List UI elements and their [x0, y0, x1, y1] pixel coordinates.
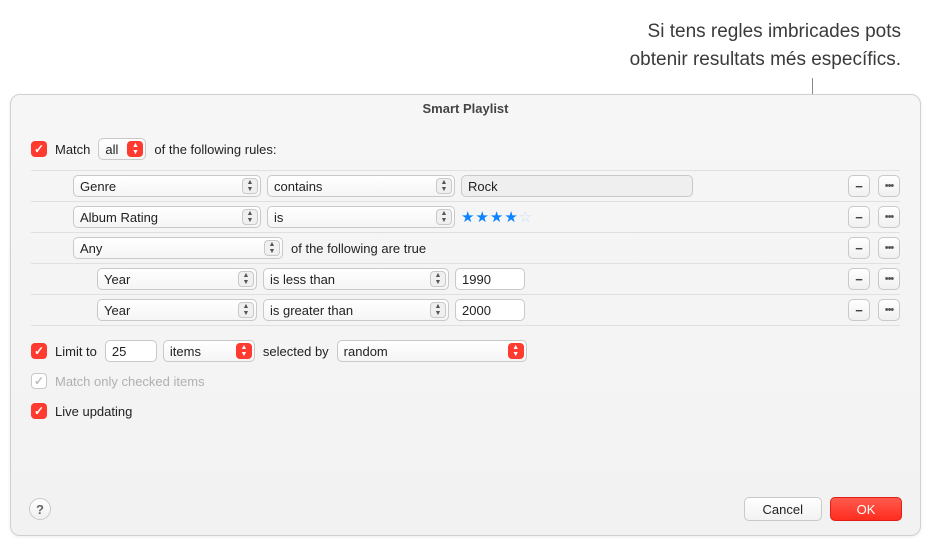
match-label-prefix: Match [53, 142, 92, 157]
limit-label: Limit to [53, 344, 99, 359]
rule-options-button[interactable] [878, 299, 900, 321]
selected-by-popup[interactable]: random ▲▼ [337, 340, 527, 362]
rule-attribute-value: Genre [80, 179, 116, 194]
rule-operator-popup[interactable]: is ▲▼ [267, 206, 455, 228]
rule-value-text: Rock [468, 179, 498, 194]
match-label-suffix: of the following rules: [152, 142, 278, 157]
updown-icon: ▲▼ [430, 302, 446, 318]
remove-rule-button[interactable] [848, 268, 870, 290]
nested-rule-header: Any ▲▼ of the following are true [31, 233, 900, 264]
annotation-line2: obtenir resultats més específics. [461, 46, 901, 74]
rule-value-field[interactable]: 2000 [455, 299, 525, 321]
limit-count-value: 25 [112, 344, 126, 359]
limit-row: Limit to 25 items ▲▼ selected by random … [31, 336, 900, 366]
dialog-title: Smart Playlist [11, 95, 920, 120]
match-mode-value: all [105, 142, 118, 157]
rule-operator-popup[interactable]: is greater than ▲▼ [263, 299, 449, 321]
rule-operator-value: is [274, 210, 283, 225]
remove-rule-button[interactable] [848, 237, 870, 259]
rule-operator-value: is less than [270, 272, 335, 287]
dialog-content: Match all ▲▼ of the following rules: Gen… [11, 120, 920, 487]
updown-icon: ▲▼ [238, 302, 254, 318]
remove-rule-button[interactable] [848, 206, 870, 228]
limit-unit-value: items [170, 344, 201, 359]
rule-attribute-popup[interactable]: Year ▲▼ [97, 299, 257, 321]
rule-value-field[interactable]: Rock [461, 175, 693, 197]
remove-rule-button[interactable] [848, 175, 870, 197]
rule-options-button[interactable] [878, 175, 900, 197]
rule-operator-popup[interactable]: contains ▲▼ [267, 175, 455, 197]
rule-row: Year ▲▼ is greater than ▲▼ 2000 [31, 295, 900, 326]
rule-row: Genre ▲▼ contains ▲▼ Rock [31, 171, 900, 202]
annotation-line1: Si tens regles imbricades pots [461, 18, 901, 46]
remove-rule-button[interactable] [848, 299, 870, 321]
updown-icon: ▲▼ [508, 343, 524, 359]
ok-button[interactable]: OK [830, 497, 902, 521]
updown-icon: ▲▼ [436, 178, 452, 194]
updown-icon: ▲▼ [264, 240, 280, 256]
limit-checkbox[interactable] [31, 343, 47, 359]
match-checked-checkbox [31, 373, 47, 389]
help-button[interactable]: ? [29, 498, 51, 520]
live-updating-label: Live updating [53, 404, 134, 419]
rating-stars[interactable]: ★★★★☆ [461, 208, 533, 226]
rule-attribute-value: Year [104, 303, 130, 318]
rule-attribute-popup[interactable]: Genre ▲▼ [73, 175, 261, 197]
rule-row: Album Rating ▲▼ is ▲▼ ★★★★☆ [31, 202, 900, 233]
updown-icon: ▲▼ [236, 343, 252, 359]
rule-row: Year ▲▼ is less than ▲▼ 1990 [31, 264, 900, 295]
match-checked-row: Match only checked items [31, 366, 900, 396]
rule-attribute-value: Year [104, 272, 130, 287]
rule-options-button[interactable] [878, 206, 900, 228]
match-row: Match all ▲▼ of the following rules: [31, 134, 900, 164]
match-mode-popup[interactable]: all ▲▼ [98, 138, 146, 160]
updown-icon: ▲▼ [430, 271, 446, 287]
live-updating-row: Live updating [31, 396, 900, 426]
dialog-footer: ? Cancel OK [11, 487, 920, 535]
rule-options-button[interactable] [878, 268, 900, 290]
match-checkbox[interactable] [31, 141, 47, 157]
selected-by-value: random [344, 344, 388, 359]
selected-by-label: selected by [261, 344, 331, 359]
live-updating-checkbox[interactable] [31, 403, 47, 419]
annotation-text: Si tens regles imbricades pots obtenir r… [461, 18, 901, 73]
rule-operator-popup[interactable]: is less than ▲▼ [263, 268, 449, 290]
cancel-button[interactable]: Cancel [744, 497, 822, 521]
rule-value-field[interactable]: 1990 [455, 268, 525, 290]
updown-icon: ▲▼ [436, 209, 452, 225]
match-checked-label: Match only checked items [53, 374, 207, 389]
updown-icon: ▲▼ [238, 271, 254, 287]
limit-unit-popup[interactable]: items ▲▼ [163, 340, 255, 362]
rules-list: Genre ▲▼ contains ▲▼ Rock Album Rating [31, 170, 900, 326]
updown-icon: ▲▼ [242, 209, 258, 225]
nest-suffix-label: of the following are true [289, 241, 428, 256]
rule-attribute-value: Album Rating [80, 210, 158, 225]
rule-attribute-popup[interactable]: Year ▲▼ [97, 268, 257, 290]
rule-operator-value: is greater than [270, 303, 353, 318]
rule-options-button[interactable] [878, 237, 900, 259]
nest-mode-value: Any [80, 241, 102, 256]
updown-icon: ▲▼ [127, 141, 143, 157]
rule-value-text: 1990 [462, 272, 491, 287]
smart-playlist-dialog: Smart Playlist Match all ▲▼ of the follo… [10, 94, 921, 536]
nest-mode-popup[interactable]: Any ▲▼ [73, 237, 283, 259]
rule-attribute-popup[interactable]: Album Rating ▲▼ [73, 206, 261, 228]
limit-count-field[interactable]: 25 [105, 340, 157, 362]
rule-value-text: 2000 [462, 303, 491, 318]
updown-icon: ▲▼ [242, 178, 258, 194]
rule-operator-value: contains [274, 179, 322, 194]
